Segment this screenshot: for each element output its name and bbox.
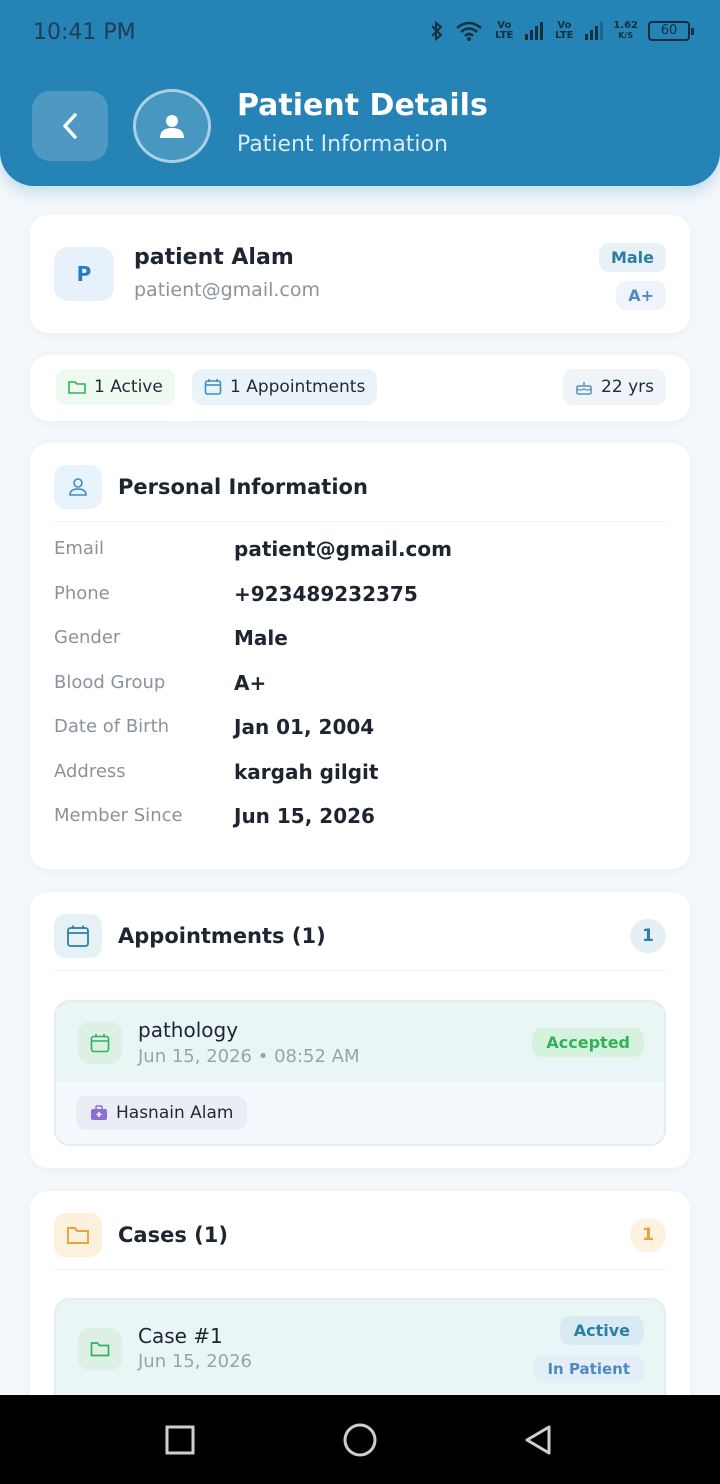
- member-since-label: Member Since: [54, 805, 183, 826]
- case-item-icon-box: [78, 1328, 122, 1370]
- appointments-icon-box: [54, 914, 102, 958]
- chevron-left-icon: [63, 113, 77, 139]
- page-title: Patient Details: [237, 88, 488, 123]
- member-since-value: Jun 15, 2026: [234, 804, 375, 828]
- blood-group-badge: A+: [616, 281, 666, 310]
- calendar-icon: [90, 1034, 110, 1053]
- cases-title: Cases (1): [118, 1223, 228, 1247]
- case-title: Case #1: [138, 1324, 223, 1348]
- wifi-icon: [456, 21, 483, 41]
- appointments-chip: 1 Appointments: [192, 369, 378, 405]
- status-icons: Vo LTE Vo LTE 1.62 K/S 60: [429, 20, 694, 42]
- back-button[interactable]: [32, 91, 108, 161]
- circle-icon: [343, 1423, 377, 1456]
- phone-value: +923489232375: [234, 582, 418, 606]
- gender-label: Gender: [54, 627, 121, 648]
- section-divider: [54, 970, 666, 971]
- bluetooth-icon: [431, 20, 443, 42]
- home-button[interactable]: [315, 1395, 405, 1484]
- medical-bag-icon: [91, 1105, 107, 1120]
- patient-name: patient Alam: [134, 245, 294, 270]
- status-bar: 10:41 PM Vo LTE Vo LTE 1.62 K/S 60: [0, 0, 720, 68]
- cases-card: Cases (1) 1 Case #1 Jun 15, 2026 Active …: [30, 1191, 690, 1438]
- email-label: Email: [54, 538, 104, 559]
- app-header: 10:41 PM Vo LTE Vo LTE 1.62 K/S 60 Patien…: [0, 0, 720, 186]
- age-chip: 22 yrs: [563, 369, 666, 405]
- cake-icon: [576, 382, 592, 395]
- status-time: 10:41 PM: [33, 20, 136, 45]
- active-cases-chip: 1 Active: [56, 369, 175, 405]
- active-cases-label: 1 Active: [94, 377, 163, 397]
- appointments-card: Appointments (1) 1 pathology Jun 15, 202…: [30, 892, 690, 1168]
- dob-label: Date of Birth: [54, 716, 170, 737]
- square-icon: [165, 1425, 195, 1454]
- person-icon: [160, 115, 184, 138]
- personal-info-card: Personal Information Email patient@gmail…: [30, 443, 690, 869]
- folder-icon: [90, 1342, 110, 1357]
- case-status-badge: Active: [559, 1316, 644, 1345]
- stats-card: 1 Active 1 Appointments 22 yrs: [30, 355, 690, 421]
- gender-badge: Male: [598, 243, 666, 272]
- patient-initial-avatar: P: [54, 247, 114, 301]
- phone-label: Phone: [54, 583, 110, 604]
- appointments-count-label: 1 Appointments: [230, 377, 366, 397]
- battery-icon: 60: [648, 21, 694, 41]
- case-type-badge: In Patient: [533, 1355, 644, 1383]
- blood-group-value: A+: [234, 671, 267, 695]
- patient-summary-card: P patient Alam patient@gmail.com Male A+: [30, 215, 690, 333]
- age-label: 22 yrs: [601, 377, 654, 397]
- net-speed: 1.62 K/S: [613, 20, 638, 41]
- doctor-chip: Hasnain Alam: [76, 1096, 248, 1130]
- cases-count-badge: 1: [630, 1218, 666, 1252]
- folder-icon: [68, 381, 86, 394]
- section-divider: [54, 521, 666, 522]
- blood-group-label: Blood Group: [54, 672, 166, 693]
- dob-value: Jan 01, 2004: [234, 715, 375, 739]
- page-subtitle: Patient Information: [237, 132, 448, 157]
- recents-button[interactable]: [135, 1395, 225, 1484]
- signal-icon-1: [525, 22, 544, 40]
- system-back-button[interactable]: [493, 1395, 583, 1484]
- personal-info-icon-box: [54, 465, 102, 509]
- gender-value: Male: [234, 626, 288, 650]
- volte-label-1: Vo LTE: [495, 20, 514, 41]
- system-nav-bar: [0, 1395, 720, 1484]
- calendar-icon: [67, 925, 89, 947]
- triangle-back-icon: [525, 1425, 551, 1454]
- cases-icon-box: [54, 1213, 102, 1257]
- appointments-title: Appointments (1): [118, 924, 326, 948]
- address-value: kargah gilgit: [234, 760, 379, 784]
- volte-label-2: Vo LTE: [555, 20, 574, 41]
- signal-icon-2: [585, 22, 604, 40]
- appointment-title: pathology: [138, 1018, 239, 1042]
- appointment-item-icon-box: [78, 1022, 122, 1064]
- personal-info-title: Personal Information: [118, 475, 368, 499]
- appointments-count-badge: 1: [630, 919, 666, 953]
- doctor-name: Hasnain Alam: [116, 1103, 234, 1123]
- section-divider: [54, 1269, 666, 1270]
- folder-icon: [67, 1227, 89, 1244]
- email-value: patient@gmail.com: [234, 537, 452, 561]
- appointment-datetime: Jun 15, 2026 • 08:52 AM: [138, 1046, 360, 1067]
- address-label: Address: [54, 761, 126, 782]
- header-avatar: [133, 89, 211, 163]
- appointment-status-badge: Accepted: [532, 1028, 644, 1057]
- appointment-item[interactable]: pathology Jun 15, 2026 • 08:52 AM Accept…: [54, 1000, 666, 1146]
- person-outline-icon: [69, 478, 87, 496]
- case-date: Jun 15, 2026: [138, 1351, 253, 1372]
- patient-email: patient@gmail.com: [134, 279, 321, 301]
- calendar-icon: [204, 379, 222, 395]
